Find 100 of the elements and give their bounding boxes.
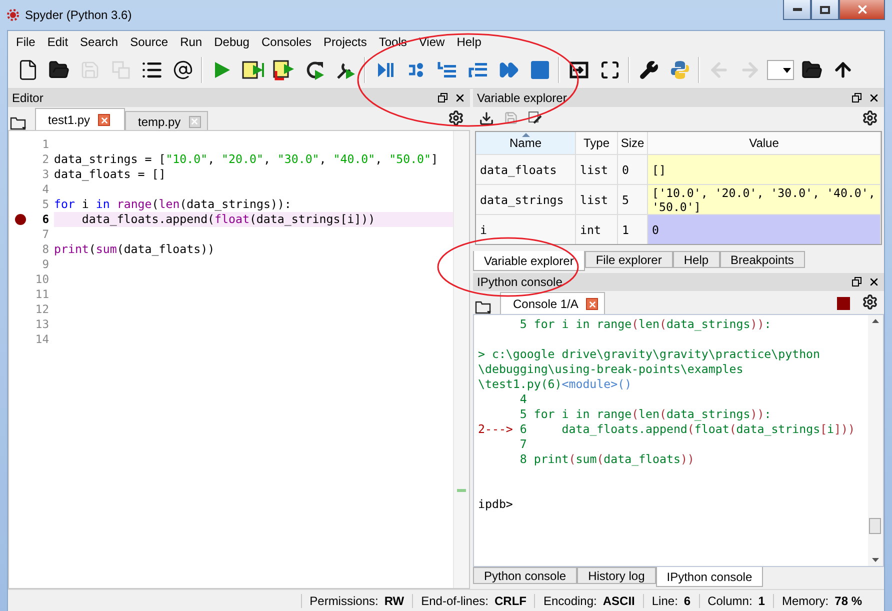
maximize-button[interactable]	[811, 0, 839, 20]
minimize-icon	[792, 8, 802, 11]
run-cell-icon[interactable]	[240, 59, 264, 81]
line-number: 5	[41, 198, 49, 211]
path-combo-box[interactable]	[767, 60, 794, 80]
pane-tab[interactable]: File explorer	[584, 251, 673, 268]
menu-item[interactable]: Help	[450, 34, 488, 48]
table-cell: 1	[618, 215, 648, 244]
restore-icon[interactable]	[852, 277, 862, 287]
pane-tab[interactable]: Variable explorer	[473, 251, 585, 271]
restore-icon[interactable]	[852, 93, 862, 103]
python-logo-icon[interactable]	[670, 60, 690, 80]
save-icon[interactable]	[504, 111, 518, 125]
settings-icon[interactable]	[862, 294, 878, 310]
options-folder-icon[interactable]	[475, 300, 492, 315]
column-header[interactable]: Size	[618, 132, 648, 155]
status-label: Memory:	[782, 594, 829, 608]
close-window-button[interactable]	[839, 0, 885, 20]
menu-item[interactable]: Source	[124, 34, 174, 48]
file-tab[interactable]: test1.py	[35, 108, 125, 131]
close-icon[interactable]	[868, 92, 880, 104]
run-cell-advance-icon[interactable]	[272, 59, 296, 81]
line-number: 7	[41, 228, 49, 241]
menu-item[interactable]: Consoles	[255, 34, 318, 48]
table-cell: list	[576, 185, 618, 215]
restore-icon[interactable]	[438, 93, 448, 103]
code-line: print(sum(data_floats))	[54, 242, 216, 257]
console-line: 7	[518, 437, 528, 452]
line-number: 13	[34, 318, 49, 331]
breakpoint-icon[interactable]	[14, 214, 26, 225]
column-header[interactable]: Name	[476, 132, 576, 155]
pane-tab[interactable]: IPython console	[656, 567, 764, 587]
status-label: End-of-lines:	[421, 594, 488, 608]
status-value: RW	[384, 594, 404, 608]
at-sign-icon[interactable]	[172, 60, 192, 80]
step-into-icon[interactable]	[436, 60, 458, 80]
status-label: Line:	[652, 594, 678, 608]
pane-tab[interactable]: Help	[672, 251, 720, 268]
menu-item[interactable]: Search	[74, 34, 124, 48]
tab-close-icon[interactable]	[586, 298, 598, 310]
fast-forward-icon[interactable]	[498, 60, 518, 80]
import-icon[interactable]	[479, 110, 494, 126]
menu-item[interactable]: View	[412, 34, 451, 48]
step-return-icon[interactable]	[466, 60, 488, 80]
save-as-icon[interactable]	[528, 111, 542, 125]
folder-icon[interactable]	[800, 59, 822, 81]
fullscreen-icon[interactable]	[600, 60, 620, 80]
stop-kernel-icon[interactable]	[837, 296, 850, 310]
close-icon[interactable]	[868, 276, 880, 288]
status-value: CRLF	[494, 594, 526, 608]
table-cell: i	[476, 215, 576, 244]
menu-item[interactable]: Projects	[318, 34, 373, 48]
table-cell: 5	[618, 185, 648, 215]
pane-tab[interactable]: History log	[577, 567, 656, 584]
menu-item[interactable]: Debug	[208, 34, 256, 48]
folder-icon[interactable]	[48, 59, 70, 81]
column-header[interactable]: Type	[576, 132, 618, 155]
pane-tab[interactable]: Breakpoints	[720, 251, 805, 268]
settings-icon[interactable]	[448, 110, 464, 126]
close-icon[interactable]	[454, 92, 466, 104]
code-line: data_floats = []	[54, 167, 167, 182]
console-line: > c:\google drive\gravity\gravity\practice\python	[478, 347, 822, 362]
console-line: 4	[518, 392, 528, 407]
console-line: 2---> 6 data_floats.append(float(data_strings[i]))	[478, 422, 856, 437]
menu-item[interactable]: Edit	[41, 34, 74, 48]
console-line: 5 for i in range(len(data_strings)):	[518, 317, 772, 332]
scrollbar-thumb[interactable]	[869, 518, 881, 534]
close-icon	[856, 3, 868, 16]
scroll-up-icon[interactable]	[872, 319, 879, 323]
maximize-icon	[820, 6, 830, 14]
line-number: 1	[41, 138, 49, 151]
line-number: 6	[41, 213, 49, 226]
menu-item[interactable]: File	[10, 34, 42, 48]
table-cell: list	[576, 155, 618, 185]
status-label: Column:	[708, 594, 752, 608]
settings-icon[interactable]	[862, 110, 878, 126]
status-value: 1	[758, 594, 765, 608]
options-folder-icon[interactable]	[10, 116, 27, 131]
stop-icon[interactable]	[530, 60, 550, 80]
table-cell: ['10.0', '20.0', '30.0', '40.0', '50.0']	[648, 185, 881, 215]
line-number: 2	[41, 153, 49, 166]
pane-tab[interactable]: Python console	[473, 567, 578, 584]
window-title: Spyder (Python 3.6)	[25, 8, 132, 22]
minimize-button[interactable]	[783, 0, 811, 20]
line-number: 9	[41, 258, 49, 271]
tab-close-icon[interactable]	[98, 114, 110, 126]
status-value: 6	[684, 594, 691, 608]
status-value: 78 %	[834, 594, 862, 608]
file-tab[interactable]: temp.py	[125, 111, 208, 131]
scroll-down-icon[interactable]	[872, 558, 879, 562]
line-number: 4	[41, 183, 49, 196]
console-tab[interactable]: Console 1/A	[500, 292, 606, 315]
console-line: ipdb>	[478, 497, 514, 512]
maximize-pane-icon[interactable]	[568, 60, 588, 80]
column-header[interactable]: Value	[648, 132, 881, 155]
wrench-icon[interactable]	[638, 60, 658, 80]
current-line-flag	[457, 489, 466, 492]
console-line: \test1.py(6)<module>()	[478, 377, 633, 392]
line-number: 14	[34, 333, 49, 346]
menu-item[interactable]: Run	[174, 34, 208, 48]
